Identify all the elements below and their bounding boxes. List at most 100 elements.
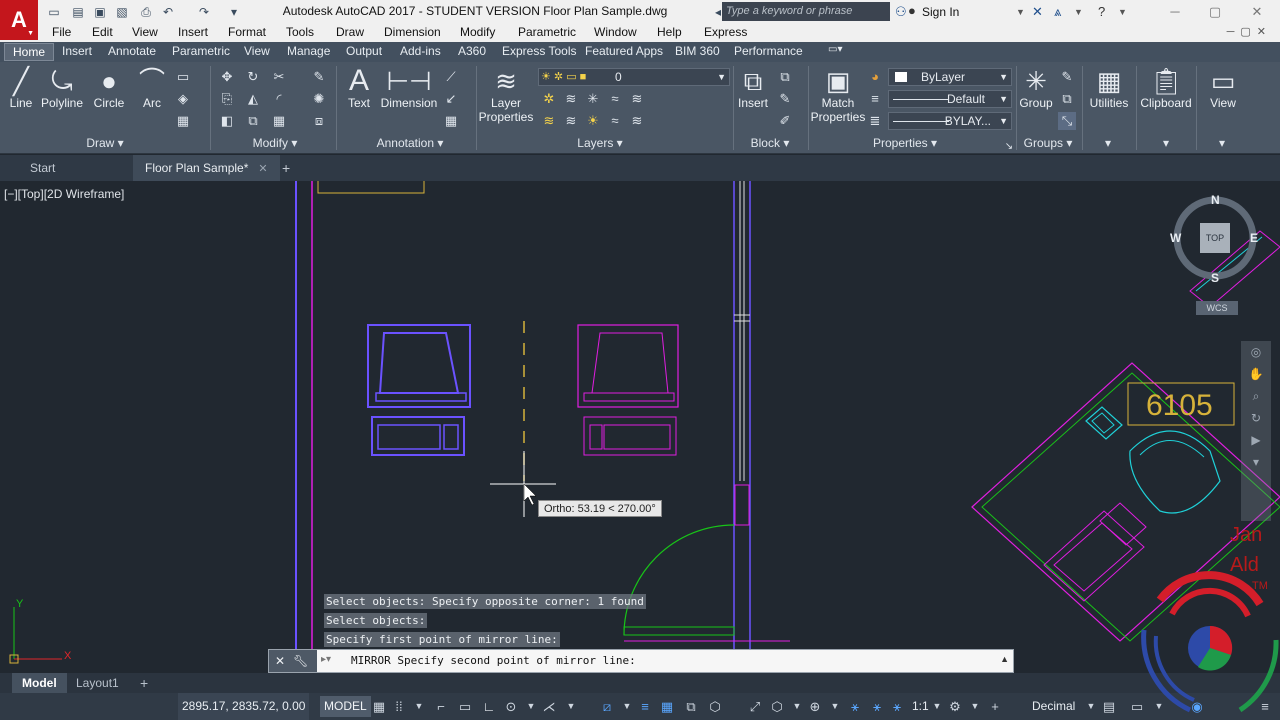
viewcube-top-face[interactable]: TOP (1200, 223, 1230, 253)
coordinates-readout[interactable]: 2895.17, 2835.72, 0.00 (178, 693, 310, 720)
compass-north[interactable]: N (1211, 193, 1220, 207)
orbit-icon[interactable]: ↻ (1241, 407, 1271, 429)
lineweight-icon[interactable]: ≡ (866, 90, 884, 108)
menu-file[interactable]: File (52, 25, 71, 39)
edit-block-icon[interactable]: ✎ (776, 90, 794, 108)
dynamic-ucs-icon[interactable]: ⤢ (746, 697, 764, 716)
copy-icon[interactable]: ⎘ (218, 90, 236, 108)
tab-annotate[interactable]: Annotate (108, 44, 156, 58)
ungroup-icon[interactable]: ✎ (1058, 68, 1076, 86)
draw-panel-footer[interactable]: Draw ▾ (60, 136, 150, 154)
table-icon[interactable]: ▦ (442, 112, 460, 130)
layer-isolate-icon[interactable]: ≋ (562, 90, 580, 108)
linetype-dropdown[interactable]: BYLAY... ▼ (888, 112, 1012, 130)
wrench-icon[interactable]: 🔧︎ (293, 654, 316, 668)
tab-layout1[interactable]: Layout1 (66, 673, 129, 693)
model-space-button[interactable]: MODEL (320, 696, 371, 717)
annotation-scale-value[interactable]: 1:1 (912, 693, 929, 720)
showmotion-icon[interactable]: ▶ (1241, 429, 1271, 451)
hardware-acceleration-icon[interactable]: ◉ (1188, 697, 1206, 716)
menu-tools[interactable]: Tools (286, 25, 314, 39)
help-dropdown-icon[interactable]: ▼ (1118, 7, 1127, 17)
command-line-buttons[interactable]: ✕🔧︎ (269, 650, 317, 672)
layer-on-icon[interactable]: ≈ (606, 112, 624, 130)
tab-insert[interactable]: Insert (62, 44, 92, 58)
lock-ui-icon[interactable]: ▭ (1128, 697, 1146, 716)
insert-block-button[interactable]: ⧉ Insert (734, 66, 772, 110)
properties-panel-footer[interactable]: Properties ▾ (860, 136, 950, 154)
modify-panel-footer[interactable]: Modify ▾ (230, 136, 320, 154)
chevron-up-icon[interactable]: ▲ (1000, 654, 1009, 664)
tab-floor-plan[interactable]: Floor Plan Sample* ✕ (133, 155, 280, 181)
view-panel-footer[interactable]: ▾ (1212, 136, 1232, 154)
pan-icon[interactable]: ✋ (1241, 363, 1271, 385)
array-icon[interactable]: ▦ (270, 112, 288, 130)
polyline-button[interactable]: ⤿ Polyline (40, 66, 84, 110)
selection-filter-icon[interactable]: ⬡ (768, 697, 786, 716)
tab-add-ins[interactable]: Add-ins (400, 44, 441, 58)
menu-draw[interactable]: Draw (336, 25, 364, 39)
polar-tracking-icon[interactable]: ⊙ (502, 697, 520, 716)
tab-manage[interactable]: Manage (287, 44, 330, 58)
menu-express[interactable]: Express (704, 25, 747, 39)
compass-east[interactable]: E (1250, 231, 1258, 245)
group-button[interactable]: ✳ Group (1016, 66, 1056, 110)
close-icon[interactable]: ✕ (275, 654, 293, 668)
explode-icon[interactable]: ✺ (310, 90, 328, 108)
layer-state-icon[interactable]: ✲ (540, 90, 558, 108)
sign-in-dropdown-icon[interactable]: ▼ (1016, 7, 1025, 17)
menu-parametric[interactable]: Parametric (518, 25, 576, 39)
lock-dropdown-icon[interactable]: ▼ (1150, 697, 1168, 716)
workspace-dropdown-icon[interactable]: ▼ (966, 697, 984, 716)
color-dropdown[interactable]: ByLayer ▼ (888, 68, 1012, 86)
tab-home[interactable]: Home (4, 43, 55, 61)
multileader-icon[interactable]: ↙ (442, 90, 460, 108)
application-menu-button[interactable]: A ▼ (0, 0, 38, 40)
layer-unlock-icon[interactable]: ≋ (628, 112, 646, 130)
offset-icon[interactable]: ⧈ (310, 112, 328, 130)
groups-panel-footer[interactable]: Groups ▾ (1018, 136, 1078, 154)
filter-dropdown-icon[interactable]: ▼ (788, 697, 806, 716)
selection-cycling-icon[interactable]: ⧉ (682, 697, 700, 716)
tab-express-tools[interactable]: Express Tools (502, 44, 576, 58)
command-prompt[interactable]: MIRROR Specify second point of mirror li… (351, 650, 636, 672)
layer-previous-icon[interactable]: ≋ (562, 112, 580, 130)
recent-commands-icon[interactable]: ▸▾ (321, 654, 331, 665)
scale-icon[interactable]: ⧉ (244, 112, 262, 130)
layer-match-icon[interactable]: ≋ (540, 112, 558, 130)
tab-view[interactable]: View (244, 44, 270, 58)
utilities-button[interactable]: ▦ Utilities (1084, 66, 1134, 110)
create-block-icon[interactable]: ⧉ (776, 68, 794, 86)
gizmo-icon[interactable]: ⊕ (806, 697, 824, 716)
infer-constraints-icon[interactable]: ⌐ (432, 697, 450, 716)
block-attribute-icon[interactable]: ✐ (776, 112, 794, 130)
move-icon[interactable]: ✥ (218, 68, 236, 86)
restore-icon[interactable]: ▢ (1200, 2, 1230, 22)
block-panel-footer[interactable]: Block ▾ (740, 136, 800, 154)
line-button[interactable]: ╱ Line (4, 66, 38, 110)
snap-icon[interactable]: ⁞⁞ (390, 697, 408, 716)
rotate-icon[interactable]: ↻ (244, 68, 262, 86)
lineweight-toggle-icon[interactable]: ≡ (636, 697, 654, 716)
fillet-icon[interactable]: ◜ (270, 90, 288, 108)
sign-in-button[interactable]: Sign In (922, 0, 959, 24)
ortho-icon[interactable]: ∟ (480, 697, 498, 716)
leader-icon[interactable]: ⟋ (442, 68, 460, 86)
isodraft-icon[interactable]: ⋌ (540, 697, 558, 716)
autodesk-a360-icon[interactable]: ⩓ (1054, 4, 1061, 20)
units-value[interactable]: Decimal (1032, 693, 1075, 720)
3d-osnap-icon[interactable]: ⬡ (706, 697, 724, 716)
menu-view[interactable]: View (132, 25, 158, 39)
viewport-controls-label[interactable]: [−][Top][2D Wireframe] (4, 187, 124, 201)
dimension-button[interactable]: ⊢⊣ Dimension (380, 66, 438, 110)
group-select-icon[interactable]: ⤡ (1058, 112, 1076, 130)
minimize-icon[interactable]: ─ (1160, 2, 1190, 22)
grid-icon[interactable]: ▦ (370, 697, 388, 716)
tab-performance[interactable]: Performance (734, 44, 803, 58)
menu-window[interactable]: Window (594, 25, 637, 39)
utilities-panel-footer[interactable]: ▾ (1098, 136, 1118, 154)
stretch-icon[interactable]: ◧ (218, 112, 236, 130)
clipboard-button[interactable]: 📋︎ Clipboard (1138, 66, 1194, 110)
nav-customize-icon[interactable]: ▾ (1241, 451, 1271, 473)
units-dropdown-icon[interactable]: ▼ (1082, 697, 1100, 716)
